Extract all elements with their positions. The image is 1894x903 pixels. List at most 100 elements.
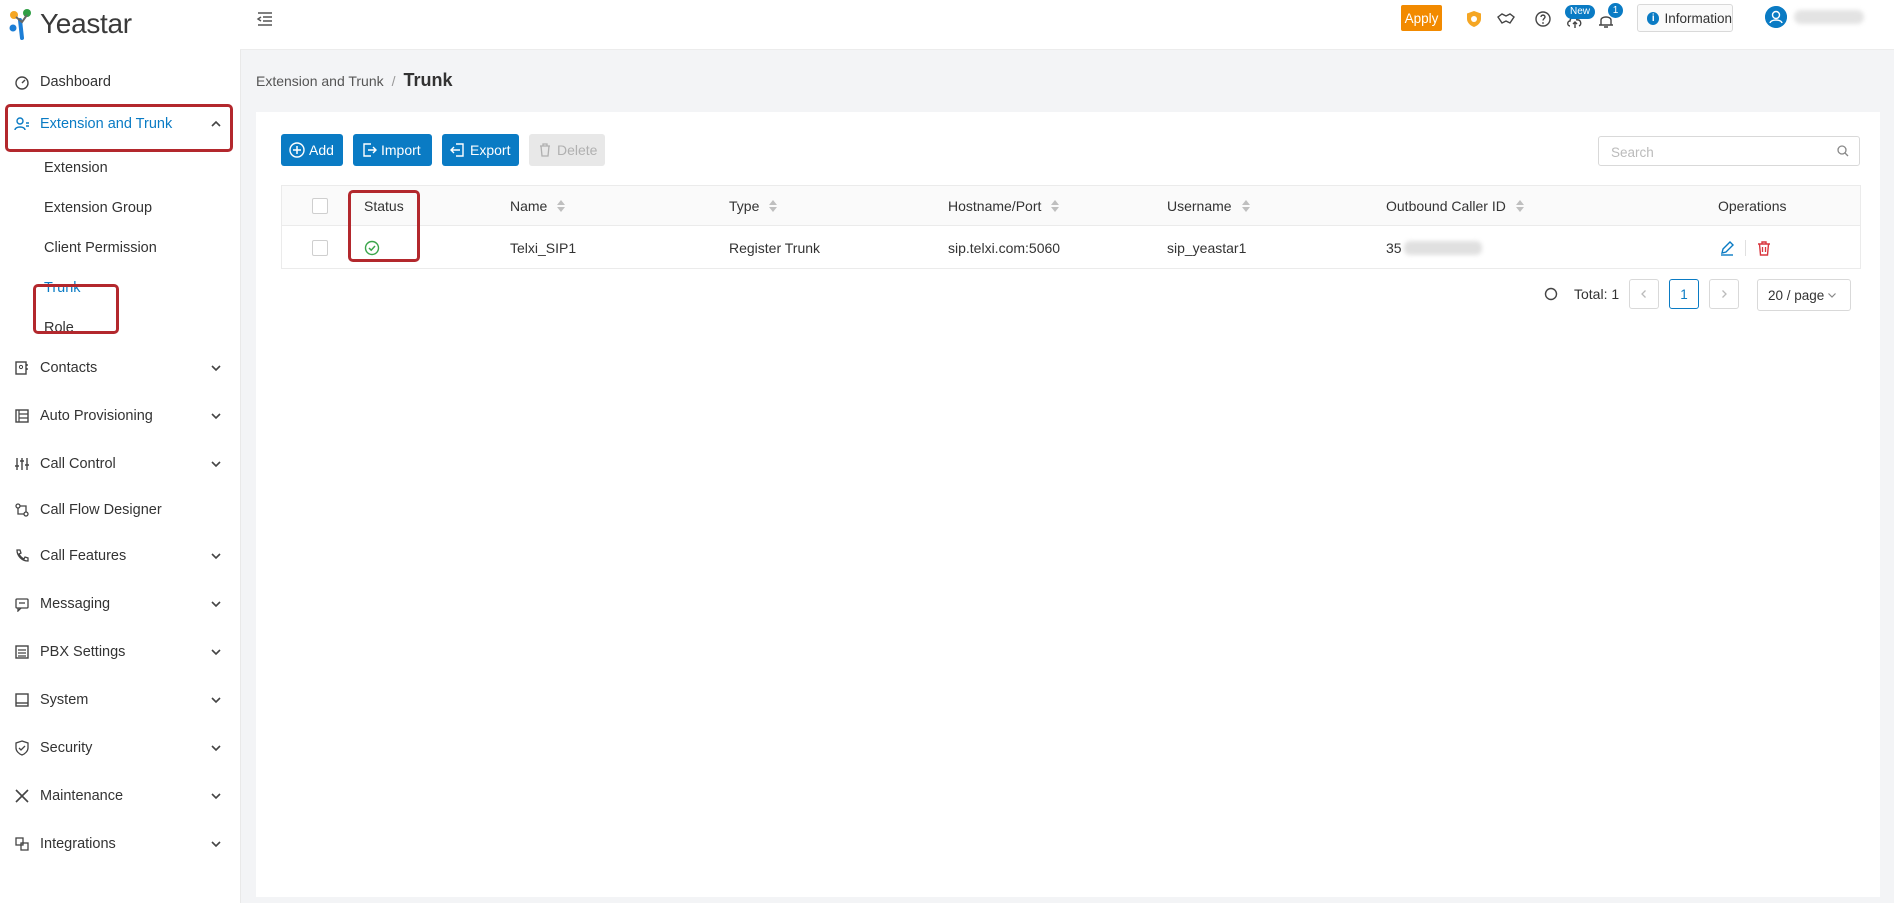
sidebar-item-call-features[interactable]: Call Features bbox=[0, 534, 240, 578]
column-header-hostname[interactable]: Hostname/Port bbox=[948, 186, 1060, 225]
sidebar-item-label: Integrations bbox=[40, 836, 116, 852]
chevron-down-icon bbox=[211, 601, 221, 608]
flow-icon bbox=[15, 503, 29, 517]
tools-icon bbox=[15, 789, 29, 803]
pagination-prev-button[interactable] bbox=[1629, 279, 1659, 309]
sidebar-subitem-label: Role bbox=[44, 320, 74, 336]
menu-collapse-icon[interactable] bbox=[256, 10, 274, 28]
row-checkbox-cell bbox=[312, 226, 328, 269]
add-button[interactable]: Add bbox=[281, 134, 343, 166]
delete-button[interactable]: Delete bbox=[529, 134, 605, 166]
sidebar-item-pbx-settings[interactable]: PBX Settings bbox=[0, 630, 240, 674]
column-header-username[interactable]: Username bbox=[1167, 186, 1250, 225]
edit-icon[interactable] bbox=[1719, 240, 1735, 256]
column-header-caller-id[interactable]: Outbound Caller ID bbox=[1386, 186, 1524, 225]
breadcrumb-separator: / bbox=[391, 72, 396, 89]
select-all-checkbox[interactable] bbox=[312, 197, 328, 214]
sidebar-subitem-client-permission[interactable]: Client Permission bbox=[0, 228, 240, 268]
information-button[interactable]: i Information bbox=[1637, 4, 1733, 32]
column-header-status: Status bbox=[364, 197, 404, 214]
brand-name: Yeastar bbox=[40, 8, 132, 39]
user-avatar[interactable] bbox=[1765, 6, 1787, 28]
sidebar-item-extension-and-trunk[interactable]: Extension and Trunk bbox=[0, 102, 240, 146]
export-button[interactable]: Export bbox=[442, 134, 519, 166]
trunk-type-cell: Register Trunk bbox=[729, 239, 821, 256]
import-button-label: Import bbox=[381, 142, 421, 158]
sidebar-subitem-extension-group[interactable]: Extension Group bbox=[0, 188, 240, 228]
page-title: Trunk bbox=[403, 70, 453, 90]
system-icon bbox=[15, 693, 29, 707]
sidebar-item-call-control[interactable]: Call Control bbox=[0, 442, 240, 486]
sidebar-subitem-trunk[interactable]: Trunk bbox=[0, 268, 240, 308]
search-icon[interactable] bbox=[1837, 145, 1849, 157]
sidebar-item-call-flow-designer[interactable]: Call Flow Designer bbox=[0, 488, 240, 532]
trunk-username-cell: sip_yeastar1 bbox=[1167, 239, 1247, 256]
sidebar-subitem-label: Extension Group bbox=[44, 200, 153, 216]
sidebar-item-label: Call Features bbox=[40, 548, 127, 564]
sidebar-item-dashboard[interactable]: Dashboard bbox=[0, 60, 240, 104]
new-badge: New bbox=[1565, 5, 1596, 19]
sidebar: Yeastar Dashboard Extension and Trunk Ex… bbox=[0, 0, 241, 903]
sidebar-item-label: Security bbox=[40, 740, 93, 756]
plus-circle-icon bbox=[289, 142, 305, 158]
column-header-label: Name bbox=[510, 197, 548, 214]
pagination-next-button[interactable] bbox=[1709, 279, 1739, 309]
apply-button[interactable]: Apply bbox=[1401, 5, 1442, 31]
add-button-label: Add bbox=[309, 142, 334, 158]
refresh-icon[interactable] bbox=[1544, 287, 1558, 301]
dashboard-icon bbox=[15, 76, 29, 90]
breadcrumb-parent[interactable]: Extension and Trunk bbox=[256, 73, 384, 89]
sidebar-item-system[interactable]: System bbox=[0, 678, 240, 722]
status-ok-icon bbox=[364, 240, 380, 255]
pagination-total: Total: 1 bbox=[1574, 286, 1620, 302]
sidebar-subitem-extension[interactable]: Extension bbox=[0, 148, 240, 188]
yeastar-logo-icon bbox=[9, 9, 31, 40]
chevron-down-icon bbox=[211, 649, 221, 656]
sidebar-item-integrations[interactable]: Integrations bbox=[0, 822, 240, 866]
sort-icon bbox=[769, 199, 778, 213]
sort-icon bbox=[557, 199, 566, 213]
sidebar-item-messaging[interactable]: Messaging bbox=[0, 582, 240, 626]
sidebar-subitem-role[interactable]: Role bbox=[0, 308, 240, 348]
column-header-label: Hostname/Port bbox=[948, 197, 1042, 214]
row-checkbox[interactable] bbox=[312, 239, 328, 256]
sidebar-item-contacts[interactable]: Contacts bbox=[0, 346, 240, 390]
sidebar-item-maintenance[interactable]: Maintenance bbox=[0, 774, 240, 818]
information-label: Information bbox=[1664, 10, 1732, 26]
sidebar-subitem-label: Trunk bbox=[44, 280, 81, 296]
sidebar-item-auto-provisioning[interactable]: Auto Provisioning bbox=[0, 394, 240, 438]
sidebar-item-label: Dashboard bbox=[40, 74, 111, 90]
trunk-hostname-cell: sip.telxi.com:5060 bbox=[948, 239, 1061, 256]
column-header-type[interactable]: Type bbox=[729, 186, 778, 225]
column-header-name[interactable]: Name bbox=[510, 186, 566, 225]
sidebar-item-security[interactable]: Security bbox=[0, 726, 240, 770]
sidebar-subitem-label: Client Permission bbox=[44, 240, 157, 256]
help-icon[interactable] bbox=[1534, 10, 1552, 28]
sidebar-item-label: Auto Provisioning bbox=[40, 408, 153, 424]
page-size-select[interactable]: 20 / page bbox=[1757, 279, 1851, 311]
yeastar-logo[interactable]: Yeastar bbox=[8, 6, 132, 42]
pbx-settings-icon bbox=[15, 645, 29, 659]
column-header-label: Username bbox=[1167, 197, 1232, 214]
phone-icon bbox=[16, 549, 29, 562]
operations-cell bbox=[1719, 226, 1772, 269]
chevron-down-icon bbox=[211, 841, 221, 848]
user-name-redacted bbox=[1794, 10, 1864, 24]
info-icon: i bbox=[1647, 11, 1660, 25]
sidebar-item-label: Contacts bbox=[40, 360, 98, 376]
delete-icon[interactable] bbox=[1756, 240, 1772, 256]
caller-id-redacted bbox=[1403, 240, 1482, 255]
sidebar-item-label: Messaging bbox=[40, 596, 111, 612]
search-input[interactable] bbox=[1609, 138, 1823, 166]
sidebar-item-label: Maintenance bbox=[40, 788, 124, 804]
chevron-down-icon bbox=[211, 745, 221, 752]
handshake-icon[interactable] bbox=[1497, 10, 1515, 28]
chevron-down-icon bbox=[211, 793, 221, 800]
sort-icon bbox=[1515, 199, 1524, 213]
message-icon bbox=[15, 598, 29, 612]
pagination-page-1[interactable]: 1 bbox=[1669, 279, 1699, 309]
trunk-caller-id-cell: 35 bbox=[1386, 226, 1482, 269]
sort-icon bbox=[1241, 199, 1250, 213]
import-button[interactable]: Import bbox=[353, 134, 432, 166]
security-badge-icon[interactable] bbox=[1465, 10, 1483, 28]
